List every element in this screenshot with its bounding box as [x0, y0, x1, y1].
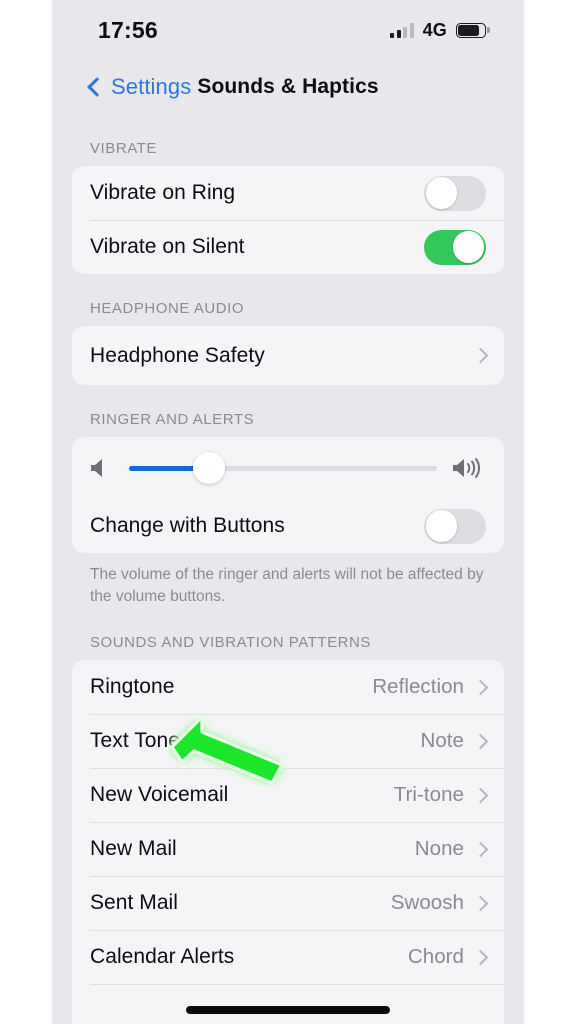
chevron-right-icon	[472, 347, 489, 364]
section-header-sounds-and-vibration-patterns: SOUNDS AND VIBRATION PATTERNS	[90, 634, 371, 651]
row-label: Vibrate on Ring	[90, 181, 236, 204]
section-header-headphone-audio: HEADPHONE AUDIO	[90, 300, 245, 317]
speaker-high-icon	[453, 458, 480, 478]
row-accessory: Chord	[407, 945, 489, 969]
battery-icon	[456, 22, 490, 38]
row-headphone-safety[interactable]: Headphone Safety	[72, 326, 504, 385]
row-accessory: Tri-tone	[393, 783, 489, 807]
status-bar: 17:56 4G	[52, 0, 524, 60]
toggle-vibrate-on-silent[interactable]	[424, 229, 486, 265]
row-new-voicemail[interactable]: New Voicemail Tri-tone	[72, 768, 504, 822]
volume-slider-track[interactable]	[129, 452, 437, 484]
row-value: Chord	[407, 945, 464, 968]
row-partial-next[interactable]	[72, 984, 504, 1024]
row-text-tone[interactable]: Text Tone Note	[72, 714, 504, 768]
row-calendar-alerts[interactable]: Calendar Alerts Chord	[72, 930, 504, 984]
toggle-change-with-buttons[interactable]	[424, 508, 486, 544]
phone-screen: 17:56 4G Settings Sounds & Haptics VIBRA…	[52, 0, 524, 1024]
row-label: Sent Mail	[90, 891, 178, 914]
row-accessory	[472, 347, 489, 364]
navigation-bar: Settings Sounds & Haptics	[52, 60, 524, 114]
back-button[interactable]: Settings	[87, 74, 192, 100]
section-header-vibrate: VIBRATE	[90, 140, 157, 157]
home-indicator	[186, 1006, 390, 1014]
row-value: Tri-tone	[393, 783, 464, 806]
network-type-label: 4G	[422, 19, 447, 40]
row-new-mail[interactable]: New Mail None	[72, 822, 504, 876]
row-label: Text Tone	[90, 729, 180, 752]
row-ringtone[interactable]: Ringtone Reflection	[72, 660, 504, 714]
row-accessory: Swoosh	[390, 891, 489, 915]
section-header-ringer-and-alerts: RINGER AND ALERTS	[90, 411, 255, 428]
row-label: New Voicemail	[90, 783, 229, 806]
settings-list: VIBRATE Vibrate on Ring Vibrate on Silen…	[52, 114, 524, 1024]
row-vibrate-on-silent[interactable]: Vibrate on Silent	[72, 220, 504, 274]
row-accessory: Reflection	[372, 675, 489, 699]
section-headphone-audio: Headphone Safety	[72, 326, 504, 385]
section-sounds-and-vibration-patterns: Ringtone Reflection Text Tone Note New V…	[72, 660, 504, 1024]
section-ringer-and-alerts: Change with Buttons	[72, 437, 504, 553]
cellular-signal-icon	[390, 22, 414, 38]
toggle-vibrate-on-ring[interactable]	[424, 175, 486, 211]
row-label: Ringtone	[90, 675, 175, 698]
chevron-right-icon	[472, 895, 489, 911]
section-footer-ringer-and-alerts: The volume of the ringer and alerts will…	[90, 566, 484, 605]
row-value: Reflection	[372, 675, 464, 698]
chevron-right-icon	[472, 841, 489, 857]
row-label: Headphone Safety	[90, 343, 265, 367]
row-value: None	[414, 837, 464, 860]
row-ringer-volume[interactable]	[72, 437, 504, 499]
status-bar-clock: 17:56	[98, 16, 158, 43]
chevron-right-icon	[472, 679, 489, 695]
volume-slider-thumb[interactable]	[193, 452, 226, 484]
row-change-with-buttons[interactable]: Change with Buttons	[72, 499, 504, 553]
chevron-left-icon	[87, 76, 107, 97]
speaker-low-icon	[91, 459, 102, 477]
row-label: Change with Buttons	[90, 514, 285, 537]
section-vibrate: Vibrate on Ring Vibrate on Silent	[72, 166, 504, 274]
row-vibrate-on-ring[interactable]: Vibrate on Ring	[72, 166, 504, 220]
row-sent-mail[interactable]: Sent Mail Swoosh	[72, 876, 504, 930]
back-button-label: Settings	[111, 74, 192, 99]
chevron-right-icon	[472, 733, 489, 749]
row-value: Note	[420, 729, 464, 752]
row-label: Calendar Alerts	[90, 945, 235, 968]
row-accessory: Note	[420, 729, 489, 753]
row-label: Vibrate on Silent	[90, 235, 245, 258]
row-value: Swoosh	[390, 891, 464, 914]
row-accessory: None	[414, 837, 489, 861]
status-bar-indicators: 4G	[390, 19, 490, 41]
chevron-right-icon	[472, 949, 489, 965]
row-label: New Mail	[90, 837, 177, 860]
chevron-right-icon	[472, 787, 489, 803]
